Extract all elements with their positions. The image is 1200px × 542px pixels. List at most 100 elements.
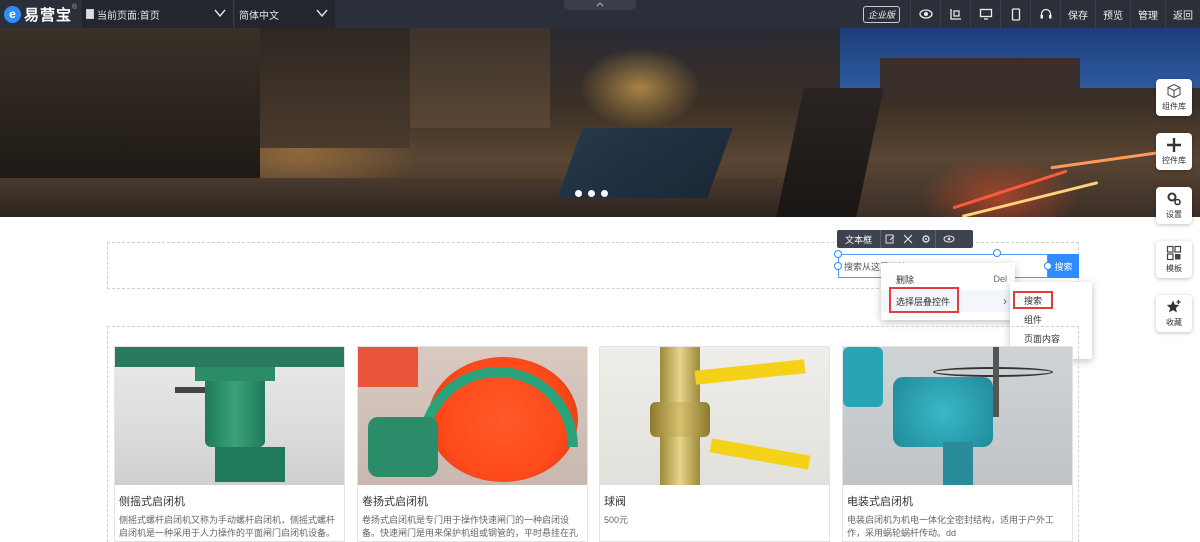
desktop-view-button[interactable]	[970, 0, 1000, 28]
side-label: 组件库	[1162, 102, 1186, 111]
align-button[interactable]	[940, 0, 970, 28]
banner-railing	[776, 88, 884, 217]
preview-button[interactable]: 预览	[1095, 0, 1130, 28]
eye-icon	[918, 9, 933, 19]
product-machine	[115, 347, 344, 367]
visibility-toggle-button[interactable]	[935, 230, 961, 248]
chevron-right-icon: ›	[1003, 294, 1007, 308]
eye-icon	[942, 235, 955, 243]
banner-building	[880, 58, 1080, 98]
logo[interactable]: e 易营宝 ®	[0, 0, 82, 28]
banner-ground	[0, 178, 840, 217]
banner-building	[260, 28, 410, 148]
align-icon	[949, 9, 961, 20]
toolbar-actions: 企业版 保存 预览 管理 返回	[862, 0, 1200, 28]
gears-icon	[1167, 192, 1181, 206]
product-title[interactable]: 侧摇式启闭机	[115, 485, 344, 509]
side-label: 收藏	[1166, 318, 1182, 327]
chevron-down-icon	[214, 9, 226, 18]
banner-building	[0, 28, 260, 178]
tools-icon	[903, 234, 913, 244]
control-library-button[interactable]: 控件库	[1156, 133, 1192, 170]
banner-building	[410, 28, 550, 128]
template-button[interactable]: 模板	[1156, 241, 1192, 278]
product-valve-handle	[709, 438, 811, 470]
plus-icon	[1167, 138, 1181, 152]
cube-icon	[1167, 83, 1181, 99]
top-toolbar: e 易营宝 ® 当前页面:首页 简体中文 企业版 保存 预览 管理 返回	[0, 0, 1200, 28]
language-select-value: 简体中文	[239, 10, 279, 22]
template-icon	[1166, 245, 1182, 261]
gear-icon	[922, 235, 930, 243]
chevron-up-icon	[596, 2, 604, 7]
back-button[interactable]: 返回	[1165, 0, 1200, 28]
banner-benches	[557, 128, 733, 198]
logo-registered-mark: ®	[72, 4, 78, 11]
page-select[interactable]: 当前页面:首页	[82, 0, 234, 28]
side-label: 模板	[1166, 264, 1182, 273]
component-library-button[interactable]: 组件库	[1156, 79, 1192, 116]
menu-shortcut: Del	[993, 274, 1007, 284]
component-toolbar: 文本框	[837, 230, 973, 248]
edit-button[interactable]	[881, 230, 899, 248]
logo-text: 易营宝	[24, 6, 73, 24]
banner-slideshow[interactable]	[0, 28, 1200, 217]
product-price: 500元	[604, 515, 629, 525]
save-button[interactable]: 保存	[1060, 0, 1095, 28]
language-select[interactable]: 简体中文	[235, 0, 335, 28]
star-icon	[1166, 300, 1181, 313]
collapse-toolbar-tab[interactable]	[564, 0, 636, 10]
component-type-label: 文本框	[837, 230, 882, 248]
edit-icon	[885, 234, 895, 244]
settings-button[interactable]: 设置	[1156, 187, 1192, 224]
side-label: 控件库	[1162, 156, 1186, 165]
product-valve-handle	[694, 359, 806, 385]
resize-handle[interactable]	[834, 250, 842, 258]
banner-light-trail	[1050, 149, 1170, 170]
slide-dot[interactable]	[588, 190, 595, 197]
product-gearbox	[368, 417, 438, 477]
resize-handle[interactable]	[993, 249, 1001, 257]
product-crank	[175, 387, 205, 393]
slide-indicators	[575, 190, 608, 197]
page-icon	[86, 9, 94, 19]
chevron-down-icon	[316, 9, 328, 18]
monitor-icon	[979, 8, 992, 20]
resize-handle[interactable]	[834, 262, 842, 270]
product-actuator	[893, 377, 993, 447]
highlight-box	[889, 287, 959, 313]
product-title[interactable]: 电装式启闭机	[843, 485, 1072, 509]
product-card[interactable]: 球阀 500元	[599, 346, 830, 542]
product-description: 卷扬式启闭机是专门用于操作快速闸门的一种启闭设备。快速闸门是用来保护机组或钢管的…	[362, 515, 579, 538]
manage-button[interactable]: 管理	[1130, 0, 1165, 28]
menu-item-label: 删除	[896, 274, 915, 285]
style-button[interactable]	[899, 230, 917, 248]
resize-handle[interactable]	[1044, 262, 1052, 270]
product-screw	[993, 347, 999, 417]
visibility-button[interactable]	[910, 0, 940, 28]
product-card[interactable]: 电装式启闭机 电装启闭机为机电一体化全密封结构，适用于户外工作，采用蜗轮蜗杆传动…	[842, 346, 1073, 542]
product-card[interactable]: 卷扬式启闭机 卷扬式启闭机是专门用于操作快速闸门的一种启闭设备。快速闸门是用来保…	[357, 346, 588, 542]
settings-button[interactable]	[917, 230, 935, 248]
product-title[interactable]: 卷扬式启闭机	[358, 485, 587, 509]
product-machine	[195, 367, 275, 381]
headset-icon	[1040, 8, 1051, 19]
product-image[interactable]	[600, 347, 829, 485]
product-image[interactable]	[358, 347, 587, 485]
product-title[interactable]: 球阀	[600, 485, 829, 509]
slide-dot[interactable]	[575, 190, 582, 197]
search-button[interactable]: 搜索	[1048, 254, 1079, 278]
enterprise-badge: 企业版	[862, 5, 900, 23]
product-description: 侧摇式螺杆启闭机又称为手动螺杆启闭机，侧摇式螺杆启闭机是一种采用于人力操作的平面…	[119, 515, 336, 538]
slide-dot[interactable]	[601, 190, 608, 197]
product-image[interactable]	[843, 347, 1072, 485]
product-card[interactable]: 侧摇式启闭机 侧摇式螺杆启闭机又称为手动螺杆启闭机，侧摇式螺杆启闭机是一种采用于…	[114, 346, 345, 542]
product-image[interactable]	[115, 347, 344, 485]
support-button[interactable]	[1030, 0, 1060, 28]
product-base	[215, 447, 285, 482]
mobile-view-button[interactable]	[1000, 0, 1030, 28]
logo-mark: e	[4, 5, 21, 23]
favorites-button[interactable]: 收藏	[1156, 295, 1192, 332]
product-actuator	[843, 347, 883, 407]
highlight-box	[1013, 291, 1053, 309]
